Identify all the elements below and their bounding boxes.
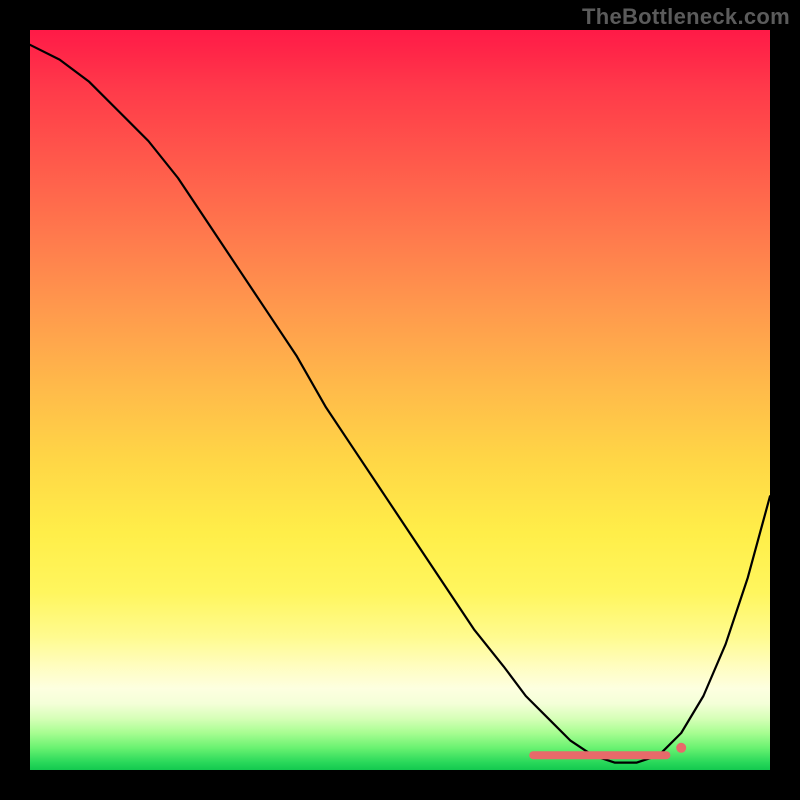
chart-frame: TheBottleneck.com bbox=[0, 0, 800, 800]
curve-svg bbox=[30, 30, 770, 770]
optimal-point-marker bbox=[676, 743, 686, 753]
watermark-text: TheBottleneck.com bbox=[582, 4, 790, 30]
bottleneck-curve bbox=[30, 45, 770, 763]
plot-area bbox=[30, 30, 770, 770]
